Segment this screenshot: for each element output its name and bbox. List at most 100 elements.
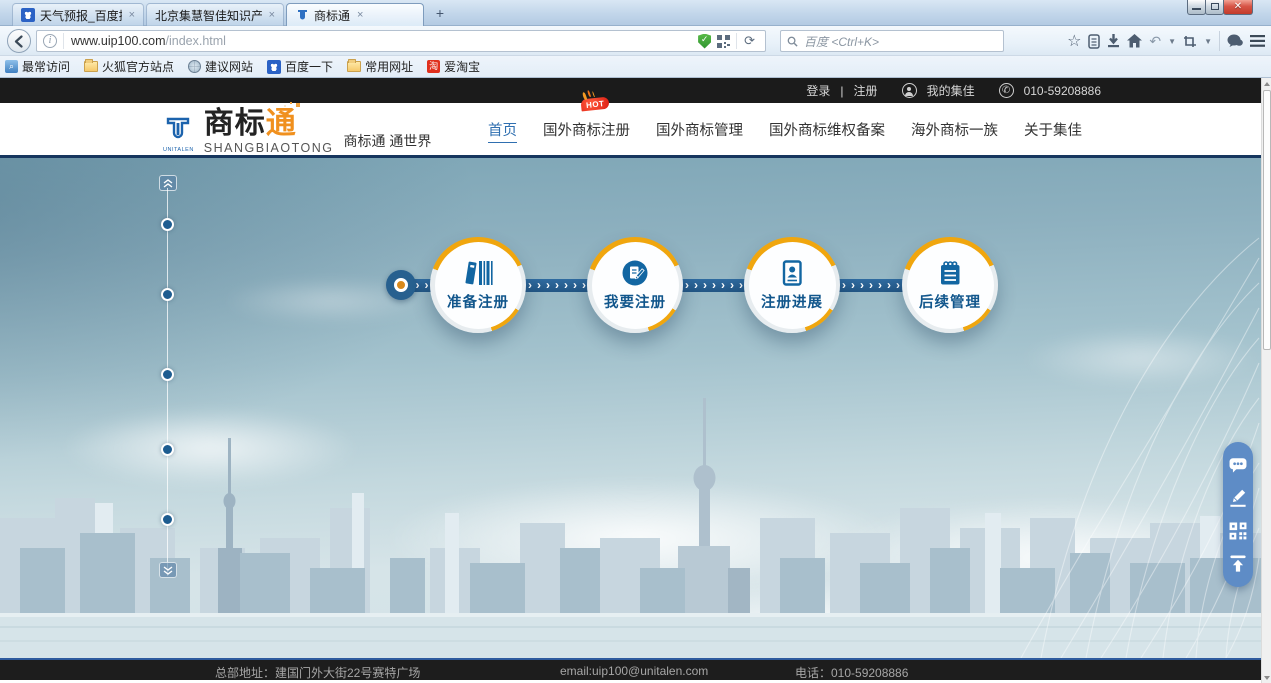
tab-weather[interactable]: 天气预报_百度搜索 × [12,3,144,26]
topbar-phone-number: 010-59208886 [1024,84,1101,98]
timeline-dot-3[interactable] [161,368,174,381]
minimize-button[interactable] [1187,0,1206,15]
back-button[interactable] [7,29,31,53]
nav-rights-protection-filing[interactable]: 国外商标维权备案 [769,119,885,140]
nav-about-unitalen[interactable]: 关于集佳 [1024,119,1082,140]
step-prepare-registration[interactable]: 准备注册 [430,237,526,333]
chat-icon[interactable] [1227,454,1249,476]
bookmarks-menu-icon[interactable] [1088,34,1100,49]
step-label: 我要注册 [604,291,666,312]
screenshot-icon[interactable] [1183,35,1197,48]
footer-address: 总部地址：建国门外大街22号赛特广场 [215,664,420,681]
bookmark-frequent[interactable]: ⌕ 最常访问 [5,58,70,75]
frequent-icon: ⌕ [5,60,18,73]
close-icon[interactable]: × [355,9,365,21]
footer-email: email:uip100@unitalen.com [560,664,708,678]
timeline-up-button[interactable] [159,175,177,191]
nav-foreign-trademark-management[interactable]: 国外商标管理 [656,119,743,140]
step-label: 准备注册 [447,291,509,312]
login-link[interactable]: 登录 [806,82,830,99]
close-icon[interactable]: × [127,9,137,21]
timeline-dot-1[interactable] [161,218,174,231]
step-label: 后续管理 [919,291,981,312]
unitalen-label: UNITALEN [163,147,194,153]
url-bar[interactable]: i www.uip100.com/index.html ⟳ [36,30,766,52]
site-logo[interactable]: UNITALEN 商标通 SHANGBIAOTONG 商标通 通世界 [163,109,431,155]
globe-icon [188,60,201,73]
brand-english: SHANGBIAOTONG [204,142,334,155]
page-viewport: 登录 | 注册 我的集佳 010-59208886 UNITALEN 商标通 [0,78,1271,683]
nav-home[interactable]: 首页 [488,119,517,140]
bookmark-common-sites[interactable]: 常用网址 [347,58,413,75]
wechat-chat-icon[interactable] [1227,34,1243,48]
browser-toolbar: i www.uip100.com/index.html ⟳ 百度 <Ctrl+K… [0,26,1271,56]
timeline-dot-5[interactable] [161,513,174,526]
step-i-want-register[interactable]: 我要注册 [587,237,683,333]
window-controls: ✕ [1188,0,1253,15]
page-scrollbar[interactable] [1261,78,1271,683]
maximize-button[interactable] [1205,0,1224,15]
step-label: 注册进展 [761,291,823,312]
search-input[interactable]: 百度 <Ctrl+K> [780,30,1004,52]
url-domain: www.uip100.com [71,34,166,48]
flow-start-node [386,270,416,300]
nav-foreign-trademark-registration[interactable]: HOT 国外商标注册 [543,119,630,140]
tab-shangbiaotong[interactable]: 商标通 × [286,3,424,26]
phone-icon [999,83,1014,98]
bookmark-star-icon[interactable]: ☆ [1067,31,1081,51]
tab-title: 北京集慧智佳知识产权管理咨... [155,7,262,24]
brand-tagline: 商标通 通世界 [344,131,432,155]
timeline-dot-4[interactable] [161,443,174,456]
separator: | [840,84,843,98]
bookmark-taobao[interactable]: 淘 爱淘宝 [427,58,480,75]
bookmarks-bar: ⌕ 最常访问 火狐官方站点 建议网站 百度一下 常用网址 淘 爱淘宝 [0,56,1271,78]
hot-badge: HOT [580,96,609,111]
bookmark-suggested[interactable]: 建议网站 [188,58,253,75]
back-to-top-icon[interactable] [1227,553,1249,575]
menu-hamburger-icon[interactable] [1250,35,1265,47]
info-icon[interactable]: i [43,34,57,48]
bookmark-label: 百度一下 [285,58,333,75]
register-link[interactable]: 注册 [854,82,878,99]
taobao-icon: 淘 [427,60,440,73]
my-account-link[interactable]: 我的集佳 [927,82,975,99]
chevron-right-icon: ››››››› [680,279,748,292]
flow-connector: ››››››› [516,279,598,292]
bookmark-label: 常用网址 [365,58,413,75]
tab-bar: 天气预报_百度搜索 × 北京集慧智佳知识产权管理咨... × 商标通 × + ✕ [0,0,1271,26]
tab-jihui[interactable]: 北京集慧智佳知识产权管理咨... × [146,3,284,26]
nav-overseas-trademark-family[interactable]: 海外商标一族 [911,119,998,140]
close-icon[interactable]: × [267,9,277,21]
scroll-up-arrow[interactable] [1262,78,1271,89]
reload-icon[interactable]: ⟳ [744,33,755,49]
bookmark-label: 最常访问 [22,58,70,75]
qr-code-icon[interactable] [717,35,730,48]
chevron-down-icon[interactable]: ▼ [1168,37,1176,46]
scrollbar-thumb[interactable] [1263,90,1271,350]
step-registration-progress[interactable]: 注册进展 [744,237,840,333]
webpage: 登录 | 注册 我的集佳 010-59208886 UNITALEN 商标通 [0,78,1261,683]
bookmark-firefox-sites[interactable]: 火狐官方站点 [84,58,174,75]
chevron-down-icon[interactable]: ▼ [1204,37,1212,46]
toolbar-icons: ☆ ↶ ▼ ▼ [1067,26,1265,56]
timeline-down-button[interactable] [159,562,177,578]
security-shield-icon[interactable] [698,34,711,49]
downloads-icon[interactable] [1107,34,1120,48]
books-icon [463,259,493,287]
close-button[interactable]: ✕ [1223,0,1253,15]
main-navigation: 首页 HOT 国外商标注册 国外商标管理 国外商标维权备案 海外商标一族 关于集… [488,103,1082,155]
step-follow-up-management[interactable]: 后续管理 [902,237,998,333]
tab-title: 天气预报_百度搜索 [40,7,122,24]
bookmark-baidu[interactable]: 百度一下 [267,58,333,75]
bookmark-label: 建议网站 [205,58,253,75]
new-tab-button[interactable]: + [428,5,452,23]
home-icon[interactable] [1127,34,1142,48]
search-placeholder: 百度 <Ctrl+K> [804,33,879,50]
timeline-dot-2[interactable] [161,288,174,301]
bookmark-label: 爱淘宝 [444,58,480,75]
qr-code-icon[interactable] [1227,520,1249,542]
tab-title: 商标通 [314,7,350,24]
sync-icon[interactable]: ↶ [1149,33,1161,50]
pencil-icon[interactable] [1227,487,1249,509]
scroll-down-arrow[interactable] [1262,672,1271,683]
